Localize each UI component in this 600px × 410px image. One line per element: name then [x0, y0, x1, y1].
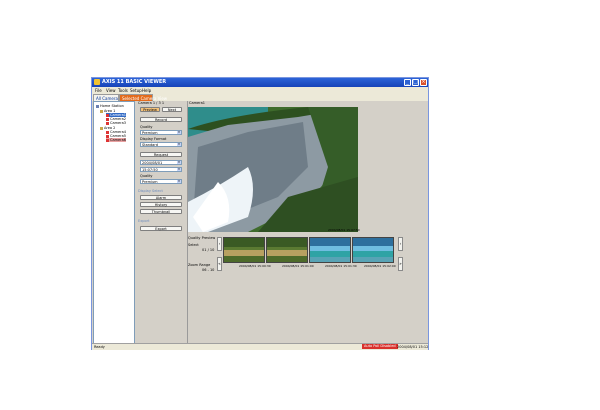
- date-select[interactable]: 2004/08/01 ▾: [140, 160, 182, 165]
- menu-tools[interactable]: Tools: [118, 88, 128, 93]
- title-bar[interactable]: AXIS 11 BASIC VIEWER _ □ ×: [92, 78, 428, 87]
- dam-thumbnail: [267, 238, 307, 262]
- quality-value: Premium: [142, 131, 158, 135]
- computer-icon: [96, 104, 99, 108]
- menu-view[interactable]: View: [106, 88, 116, 93]
- tree-camera-label: Camera6: [110, 138, 126, 142]
- alarm-button[interactable]: Alarm: [140, 195, 182, 200]
- display-format-label: Display Format: [140, 137, 167, 141]
- history-button[interactable]: History: [140, 202, 182, 207]
- camera-header: Camera 1 / 3 1: [138, 101, 165, 105]
- time-value: 15:07:50: [142, 168, 158, 172]
- lake-thumbnail: [353, 238, 393, 262]
- tab-all-camera-view[interactable]: All Camera View: [93, 94, 129, 101]
- fast-forward-button[interactable]: »: [398, 257, 403, 271]
- request-button[interactable]: Request: [140, 152, 182, 157]
- thumbnail-3[interactable]: [309, 237, 351, 263]
- maximize-button[interactable]: □: [412, 79, 419, 86]
- status-badge: Auto Poll Disabled: [362, 344, 398, 349]
- menu-file[interactable]: File: [95, 88, 102, 93]
- menu-bar: File View Tools Setup Help: [92, 87, 428, 94]
- zoom-range-value: 06 - 10: [202, 268, 215, 272]
- tree-camera-3[interactable]: Camera3: [106, 121, 126, 125]
- rewind-button[interactable]: «: [217, 257, 222, 271]
- next-button[interactable]: Next: [162, 107, 182, 112]
- thumbnail-1-timestamp: 2004/08/01 15:00:30: [239, 264, 271, 268]
- camera-icon: [106, 121, 109, 125]
- prev-arrow-button[interactable]: ‹: [217, 237, 222, 251]
- window-title: AXIS 11 BASIC VIEWER: [102, 79, 167, 85]
- menu-setup[interactable]: Setup: [130, 88, 142, 93]
- tree-camera-6[interactable]: Camera6: [106, 138, 126, 142]
- display-select-label: Display Select: [138, 189, 163, 193]
- thumbnail-2[interactable]: [266, 237, 308, 263]
- quality-preview-label: Quality Preview: [188, 236, 216, 240]
- quality2-value: Premium: [142, 180, 158, 184]
- tree-root-label: Home Station: [100, 104, 124, 108]
- chevron-right-icon: ›: [399, 241, 402, 246]
- app-window: AXIS 11 BASIC VIEWER _ □ × File View Too…: [91, 77, 429, 350]
- minimize-button[interactable]: _: [404, 79, 411, 86]
- chevron-down-icon: ▾: [177, 167, 181, 171]
- menu-help[interactable]: Help: [142, 88, 151, 93]
- lake-thumbnail: [310, 238, 350, 262]
- folder-icon: [100, 109, 103, 113]
- select-value: 01 / 10: [202, 248, 215, 252]
- camera-icon: [106, 138, 109, 142]
- tab-selected-camera-view[interactable]: Selected Camera View: [119, 94, 167, 101]
- thumbnail-button[interactable]: Thumbnail: [140, 209, 182, 214]
- control-panel: Camera 1 / 3 1 Preview Next Record Quali…: [136, 101, 186, 347]
- tab-bar: All Camera View Selected Camera View: [92, 94, 428, 101]
- status-bar: Ready Auto Poll Disabled 2004/08/01 15:1…: [92, 343, 428, 350]
- camera-image[interactable]: [188, 107, 358, 232]
- export-label: Export: [138, 219, 150, 223]
- tree-root[interactable]: Home Station: [96, 104, 124, 108]
- close-button[interactable]: ×: [420, 79, 427, 86]
- thumbnail-3-timestamp: 2004/08/01 15:01:30: [325, 264, 357, 268]
- time-select[interactable]: 15:07:50 ▾: [140, 167, 182, 172]
- status-left: Ready: [94, 345, 105, 349]
- export-button[interactable]: Export: [140, 226, 182, 231]
- date-value: 2004/08/01: [142, 161, 163, 165]
- fast-forward-icon: »: [399, 261, 402, 266]
- quality-select[interactable]: Premium ▾: [140, 130, 182, 135]
- rewind-icon: «: [218, 261, 221, 266]
- next-arrow-button[interactable]: ›: [398, 237, 403, 251]
- dam-thumbnail: [224, 238, 264, 262]
- zoom-range-label: Zoom Range: [188, 263, 211, 267]
- camera-viewer: Camera1 2004/08/01 15:07:50 Quality Prev…: [187, 101, 428, 347]
- status-time: 2004/08/01 15:12: [397, 345, 429, 349]
- quality2-select[interactable]: Premium ▾: [140, 179, 182, 184]
- image-timestamp: 2004/08/01 15:07:50: [328, 228, 360, 232]
- chevron-left-icon: ‹: [218, 241, 221, 246]
- chevron-down-icon: ▾: [177, 142, 181, 146]
- quality-label: Quality: [140, 125, 153, 129]
- chevron-down-icon: ▾: [177, 160, 181, 164]
- tree-camera-label: Camera3: [110, 121, 126, 125]
- chevron-down-icon: ▾: [177, 130, 181, 134]
- thumbnail-2-timestamp: 2004/08/01 15:01:00: [282, 264, 314, 268]
- display-format-value: Standard: [142, 143, 158, 147]
- preview-button[interactable]: Preview: [140, 107, 160, 112]
- select-label: Select: [188, 243, 199, 247]
- chevron-down-icon: ▾: [177, 179, 181, 183]
- app-icon: [94, 79, 100, 85]
- thumbnail-1[interactable]: [223, 237, 265, 263]
- viewer-title: Camera1: [189, 101, 205, 105]
- folder-icon: [100, 126, 103, 130]
- record-button[interactable]: Record: [140, 117, 182, 122]
- display-format-select[interactable]: Standard ▾: [140, 142, 182, 147]
- thumbnail-4-timestamp: 2004/08/01 15:02:00: [364, 264, 396, 268]
- camera-tree: Home Station Area 1 Camera1 Camera2 Came…: [93, 101, 135, 347]
- quality2-label: Quality: [140, 174, 153, 178]
- dam-photo: [188, 107, 358, 232]
- thumbnail-4[interactable]: [352, 237, 394, 263]
